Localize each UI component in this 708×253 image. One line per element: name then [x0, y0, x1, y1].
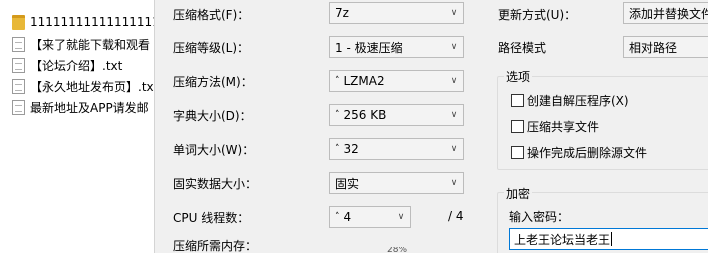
- text-file-icon: [12, 99, 25, 115]
- folder-icon: [12, 14, 25, 30]
- update-mode-select[interactable]: 添加并替换文件: [623, 2, 708, 24]
- memory-label: 压缩所需内存：: [173, 239, 258, 253]
- text-cursor: [611, 232, 613, 246]
- level-select[interactable]: 1 - 极速压缩 ∨: [329, 36, 464, 58]
- checkbox-box[interactable]: [511, 120, 524, 133]
- text-file-icon: [12, 36, 25, 52]
- update-mode-value: 添加并替换文件: [629, 6, 708, 21]
- checkbox-box[interactable]: [511, 94, 524, 107]
- solid-block-label: 固实数据大小：: [173, 177, 258, 191]
- password-label: 输入密码：: [509, 210, 570, 224]
- caret-icon: ˄: [335, 110, 340, 120]
- format-select[interactable]: 7z ∨: [329, 2, 464, 24]
- checkbox-box[interactable]: [511, 146, 524, 159]
- chevron-down-icon: ∨: [450, 144, 458, 154]
- cpu-threads-value: 4: [343, 210, 352, 224]
- path-mode-value: 相对路径: [629, 40, 678, 55]
- caret-icon: ˄: [335, 212, 340, 222]
- word-size-label: 单词大小(W)：: [173, 143, 255, 157]
- cpu-threads-select[interactable]: ˄ 4 ∨: [329, 206, 411, 228]
- caret-icon: ˄: [335, 76, 340, 86]
- password-value: 上老王论坛当老王: [514, 232, 611, 247]
- word-size-select[interactable]: ˄ 32 ∨: [329, 138, 464, 160]
- dictionary-value: 256 KB: [343, 108, 387, 122]
- chevron-down-icon: ∨: [450, 110, 458, 120]
- path-mode-select[interactable]: 相对路径: [623, 36, 708, 58]
- dictionary-label: 字典大小(D)：: [173, 109, 252, 123]
- format-value: 7z: [335, 6, 349, 20]
- level-label: 压缩等级(L)：: [173, 41, 250, 55]
- password-input[interactable]: 上老王论坛当老王: [509, 228, 708, 250]
- list-item[interactable]: 最新地址及APP请发邮: [12, 97, 158, 117]
- level-value: 1 - 极速压缩: [335, 40, 403, 55]
- caret-icon: ˄: [335, 144, 340, 154]
- list-item[interactable]: 【来了就能下载和观看: [12, 34, 158, 54]
- options-title: 选项: [504, 68, 533, 85]
- method-select[interactable]: ˄ LZMA2 ∨: [329, 70, 464, 92]
- compression-dialog: 压缩格式(F)： 压缩等级(L)： 压缩方法(M)： 字典大小(D)： 单词大小…: [154, 0, 708, 253]
- method-label: 压缩方法(M)：: [173, 75, 253, 89]
- file-name: 【论坛介绍】.txt: [30, 58, 123, 73]
- text-file-icon: [12, 57, 25, 73]
- file-name: 11111111111111111: [30, 15, 158, 29]
- cpu-threads-label: CPU 线程数：: [173, 211, 250, 225]
- list-item[interactable]: 【永久地址发布页】.tx: [12, 76, 158, 96]
- word-size-value: 32: [343, 142, 359, 156]
- text-file-icon: [12, 78, 25, 94]
- sfx-checkbox[interactable]: 创建自解压程序(X): [511, 92, 629, 109]
- list-item[interactable]: 【论坛介绍】.txt: [12, 55, 158, 75]
- chevron-down-icon: ∨: [450, 8, 458, 18]
- list-item[interactable]: 11111111111111111: [12, 12, 158, 32]
- solid-block-value: 固实: [335, 176, 360, 191]
- solid-block-select[interactable]: 固实 ∨: [329, 172, 464, 194]
- method-value: LZMA2: [343, 74, 385, 88]
- format-label: 压缩格式(F)：: [173, 8, 250, 22]
- chevron-down-icon: ∨: [450, 42, 458, 52]
- file-name: 最新地址及APP请发邮: [30, 100, 149, 115]
- shared-files-checkbox[interactable]: 压缩共享文件: [511, 118, 599, 135]
- chevron-down-icon: ∨: [397, 212, 405, 222]
- delete-after-checkbox[interactable]: 操作完成后删除源文件: [511, 144, 647, 161]
- sfx-label: 创建自解压程序(X): [527, 94, 629, 108]
- update-mode-label: 更新方式(U)：: [498, 8, 577, 22]
- file-name: 【来了就能下载和观看: [30, 37, 151, 52]
- delete-after-label: 操作完成后删除源文件: [527, 146, 648, 160]
- memory-value: 28%: [387, 247, 408, 253]
- path-mode-label: 路径模式: [498, 41, 547, 55]
- chevron-down-icon: ∨: [450, 76, 458, 86]
- encryption-title: 加密: [504, 185, 533, 202]
- shared-files-label: 压缩共享文件: [527, 120, 600, 134]
- cpu-threads-total: / 4: [448, 209, 464, 223]
- chevron-down-icon: ∨: [450, 178, 458, 188]
- file-list: 11111111111111111 【来了就能下载和观看 【论坛介绍】.txt …: [0, 0, 160, 253]
- dictionary-select[interactable]: ˄ 256 KB ∨: [329, 104, 464, 126]
- file-name: 【永久地址发布页】.tx: [30, 79, 154, 94]
